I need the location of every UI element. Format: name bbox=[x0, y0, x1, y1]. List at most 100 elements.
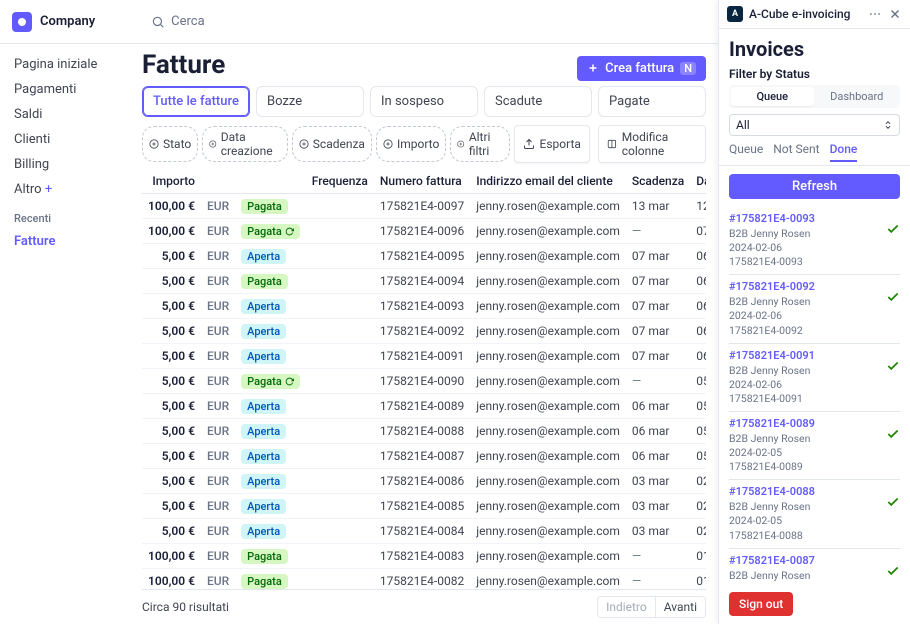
tab[interactable]: Tutte le fatture bbox=[142, 86, 250, 117]
cell-number: 175821E4-0094 bbox=[374, 269, 470, 294]
cell-currency: EUR bbox=[201, 469, 235, 494]
search-input[interactable]: Cerca bbox=[151, 14, 205, 29]
main: Fatture Crea fattura N Tutte le fattureB… bbox=[130, 44, 718, 624]
filter-chip[interactable]: Scadenza bbox=[292, 126, 372, 162]
table-row[interactable]: 5,00 €EURAperta175821E4-0085jenny.rosen@… bbox=[142, 494, 706, 519]
chevron-updown-icon bbox=[883, 120, 893, 130]
panel-subtab[interactable]: Done bbox=[830, 142, 858, 162]
signout-button[interactable]: Sign out bbox=[729, 592, 793, 616]
filter-chip[interactable]: Altri filtri bbox=[450, 126, 509, 162]
invoice-ref: 175821E4-0092 bbox=[729, 324, 880, 338]
table-row[interactable]: 5,00 €EURAperta175821E4-0087jenny.rosen@… bbox=[142, 444, 706, 469]
filter-chip[interactable]: Importo bbox=[376, 126, 446, 162]
cell-frequency bbox=[306, 394, 374, 419]
more-icon[interactable] bbox=[868, 7, 882, 21]
cell-status: Aperta bbox=[235, 469, 306, 494]
sidebar-item[interactable]: Pagina iniziale bbox=[0, 52, 130, 77]
cell-email: jenny.rosen@example.com bbox=[470, 394, 626, 419]
table-row[interactable]: 5,00 €EURAperta175821E4-0091jenny.rosen@… bbox=[142, 344, 706, 369]
export-icon bbox=[523, 138, 535, 150]
cell-email: jenny.rosen@example.com bbox=[470, 194, 626, 219]
edit-columns-button[interactable]: Modifica colonne bbox=[598, 125, 706, 163]
tab[interactable]: Bozze bbox=[256, 86, 364, 117]
cell-currency: EUR bbox=[201, 519, 235, 544]
panel-view-tab[interactable]: Queue bbox=[731, 87, 814, 106]
cell-number: 175821E4-0096 bbox=[374, 219, 470, 244]
sidebar-item[interactable]: Altro + bbox=[0, 177, 130, 202]
company-logo[interactable] bbox=[12, 12, 32, 32]
table-row[interactable]: 5,00 €EURAperta175821E4-0084jenny.rosen@… bbox=[142, 519, 706, 544]
export-label: Esporta bbox=[540, 137, 581, 151]
cell-number: 175821E4-0087 bbox=[374, 444, 470, 469]
table-row[interactable]: 100,00 €EURPagata175821E4-0083jenny.rose… bbox=[142, 544, 706, 569]
invoice-name: B2B Jenny Rosen bbox=[729, 295, 880, 309]
cell-amount: 5,00 € bbox=[142, 519, 201, 544]
tab[interactable]: Scadute bbox=[484, 86, 592, 117]
filter-chip[interactable]: Stato bbox=[142, 126, 198, 162]
table-row[interactable]: 100,00 €EURPagata175821E4-0082jenny.rose… bbox=[142, 569, 706, 590]
sidebar-item[interactable]: Saldi bbox=[0, 102, 130, 127]
column-header[interactable]: Data creazione bbox=[690, 169, 706, 194]
table-row[interactable]: 100,00 €EURPagata 175821E4-0096jenny.ros… bbox=[142, 219, 706, 244]
column-header[interactable]: Frequenza bbox=[306, 169, 374, 194]
sidebar-item[interactable]: Clienti bbox=[0, 127, 130, 152]
table-row[interactable]: 5,00 €EURAperta175821E4-0095jenny.rosen@… bbox=[142, 244, 706, 269]
panel-app-title: A-Cube e-invoicing bbox=[749, 7, 862, 21]
prev-button[interactable]: Indietro bbox=[597, 596, 656, 618]
panel-view-tab[interactable]: Dashboard bbox=[816, 87, 899, 106]
invoice-card[interactable]: #175821E4-0092B2B Jenny Rosen2024-02-061… bbox=[729, 275, 900, 343]
cell-email: jenny.rosen@example.com bbox=[470, 569, 626, 590]
refresh-button[interactable]: Refresh bbox=[729, 174, 900, 199]
panel-subtab[interactable]: Not Sent bbox=[773, 142, 819, 161]
export-button[interactable]: Esporta bbox=[514, 125, 590, 163]
sidebar-item-fatture[interactable]: Fatture bbox=[0, 229, 130, 254]
column-header[interactable]: Importo bbox=[142, 169, 201, 194]
cell-frequency bbox=[306, 244, 374, 269]
column-header[interactable]: Numero fattura bbox=[374, 169, 470, 194]
panel-invoice-list[interactable]: #175821E4-0093B2B Jenny Rosen2024-02-061… bbox=[719, 207, 910, 584]
table-wrap[interactable]: Importo FrequenzaNumero fatturaIndirizzo … bbox=[142, 169, 706, 589]
cell-amount: 5,00 € bbox=[142, 419, 201, 444]
invoice-card[interactable]: #175821E4-0091B2B Jenny Rosen2024-02-061… bbox=[729, 344, 900, 412]
cell-status: Aperta bbox=[235, 319, 306, 344]
invoice-card[interactable]: #175821E4-0093B2B Jenny Rosen2024-02-061… bbox=[729, 207, 900, 275]
panel-status-value: All bbox=[736, 118, 750, 132]
invoice-id: #175821E4-0093 bbox=[729, 212, 880, 227]
table-row[interactable]: 5,00 €EURAperta175821E4-0093jenny.rosen@… bbox=[142, 294, 706, 319]
cell-number: 175821E4-0097 bbox=[374, 194, 470, 219]
table-row[interactable]: 5,00 €EURAperta175821E4-0086jenny.rosen@… bbox=[142, 469, 706, 494]
invoice-card[interactable]: #175821E4-0087B2B Jenny Rosen2024-02-051… bbox=[729, 549, 900, 584]
check-icon bbox=[886, 495, 900, 513]
cell-due: — bbox=[626, 369, 690, 394]
table-row[interactable]: 100,00 €EURPagata175821E4-0097jenny.rose… bbox=[142, 194, 706, 219]
filter-chip[interactable]: Data creazione bbox=[202, 126, 288, 162]
tab[interactable]: In sospeso bbox=[370, 86, 478, 117]
create-invoice-button[interactable]: Crea fattura N bbox=[577, 56, 706, 81]
panel-status-select[interactable]: All bbox=[729, 114, 900, 136]
table-row[interactable]: 5,00 €EURPagata175821E4-0094jenny.rosen@… bbox=[142, 269, 706, 294]
table-row[interactable]: 5,00 €EURPagata 175821E4-0090jenny.rosen… bbox=[142, 369, 706, 394]
column-header[interactable] bbox=[201, 169, 235, 194]
sidebar-item[interactable]: Pagamenti bbox=[0, 77, 130, 102]
cell-created: 05 feb, 15:08 bbox=[690, 444, 706, 469]
close-icon[interactable] bbox=[888, 7, 902, 21]
tab[interactable]: Pagate bbox=[598, 86, 706, 117]
sidebar-item[interactable]: Billing bbox=[0, 152, 130, 177]
cell-frequency bbox=[306, 419, 374, 444]
invoice-card[interactable]: #175821E4-0089B2B Jenny Rosen2024-02-051… bbox=[729, 412, 900, 480]
cell-status: Pagata bbox=[235, 269, 306, 294]
cell-number: 175821E4-0088 bbox=[374, 419, 470, 444]
next-button[interactable]: Avanti bbox=[656, 596, 706, 618]
table-row[interactable]: 5,00 €EURAperta175821E4-0092jenny.rosen@… bbox=[142, 319, 706, 344]
panel-subtab[interactable]: Queue bbox=[729, 142, 763, 161]
invoice-card[interactable]: #175821E4-0088B2B Jenny Rosen2024-02-051… bbox=[729, 480, 900, 548]
table-row[interactable]: 5,00 €EURAperta175821E4-0089jenny.rosen@… bbox=[142, 394, 706, 419]
columns-icon bbox=[607, 138, 617, 150]
column-header[interactable]: Scadenza bbox=[626, 169, 690, 194]
column-header[interactable]: Indirizzo email del cliente bbox=[470, 169, 626, 194]
cell-created: 06 feb, 17:50 bbox=[690, 344, 706, 369]
column-header[interactable] bbox=[235, 169, 306, 194]
table-row[interactable]: 5,00 €EURAperta175821E4-0088jenny.rosen@… bbox=[142, 419, 706, 444]
cell-frequency bbox=[306, 469, 374, 494]
cell-currency: EUR bbox=[201, 544, 235, 569]
